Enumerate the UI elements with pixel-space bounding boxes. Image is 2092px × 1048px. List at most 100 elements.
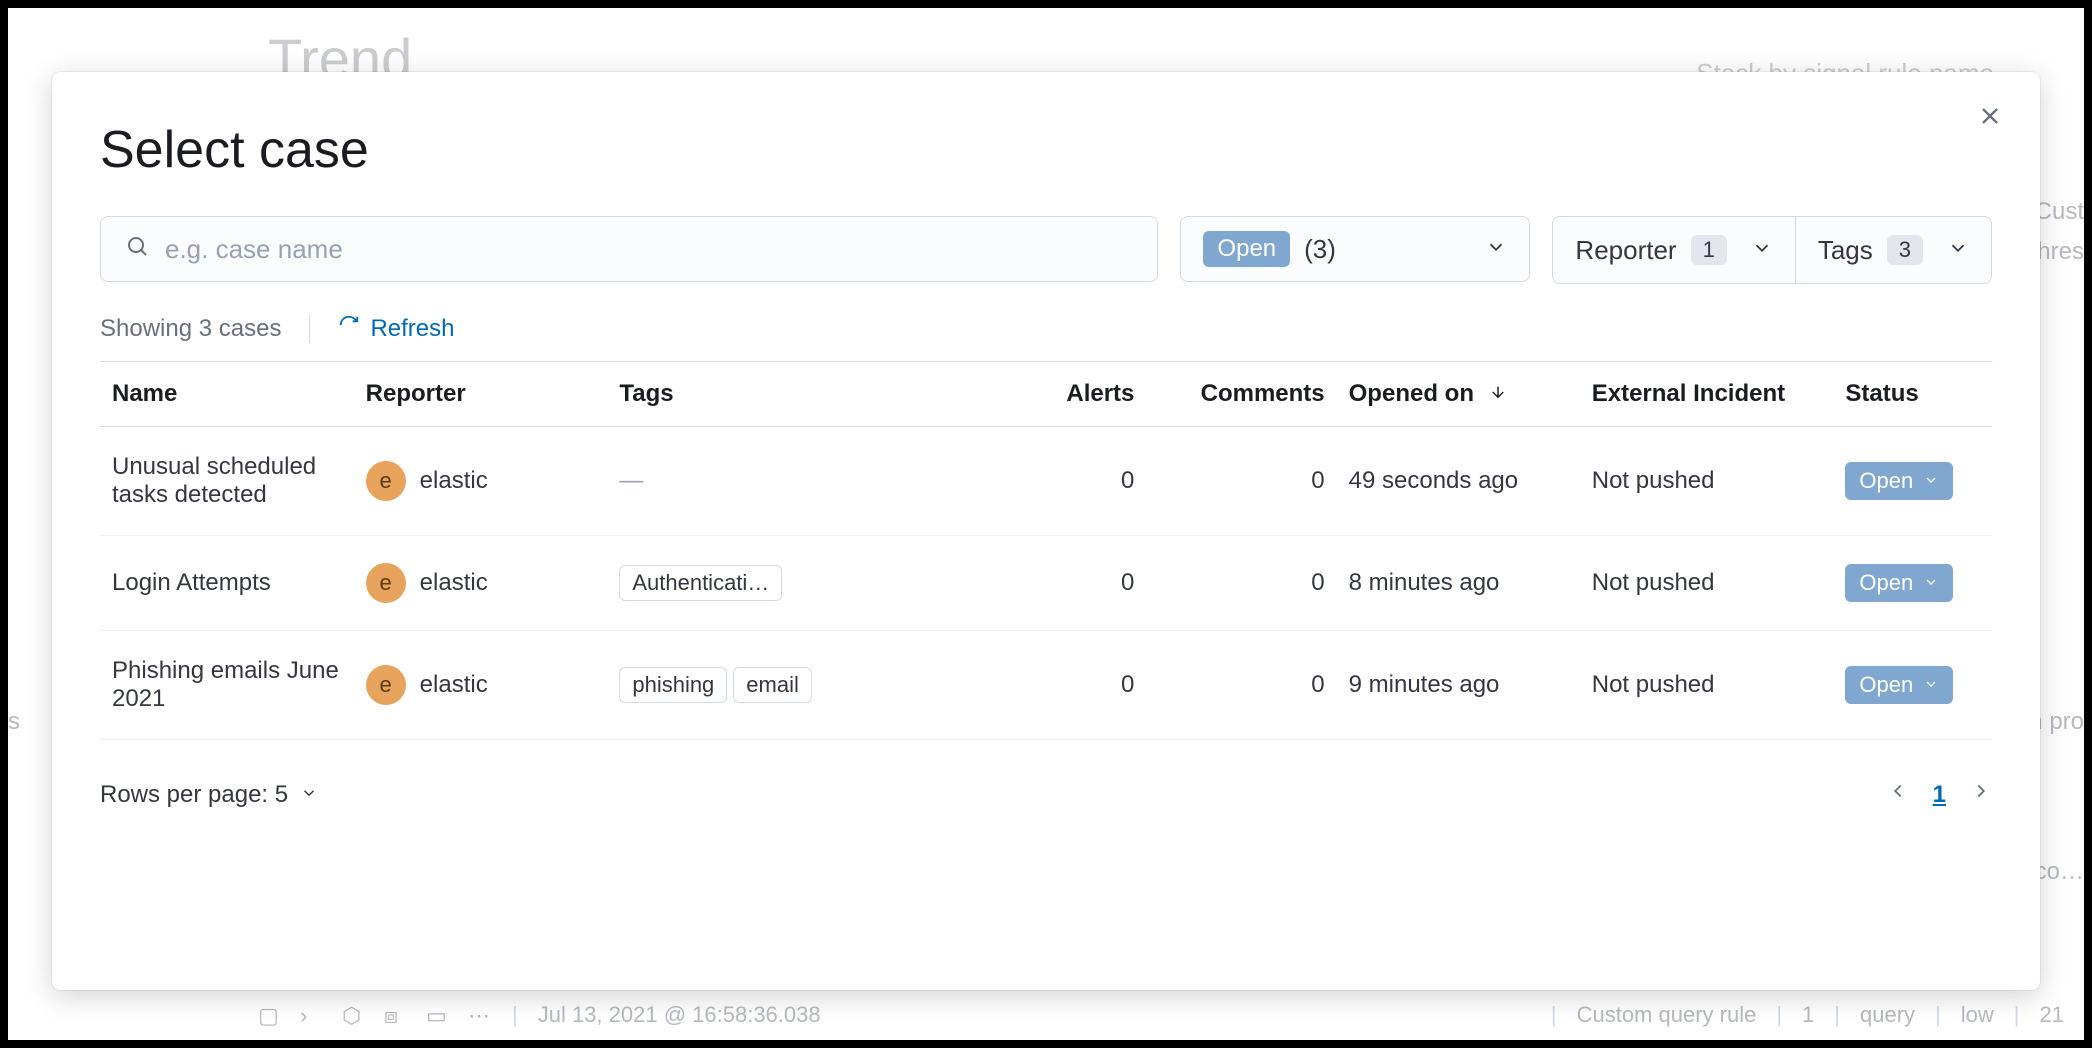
cell-tags: Authenticati… — [607, 536, 988, 631]
tag-chip: phishing — [619, 667, 727, 703]
col-header-comments[interactable]: Comments — [1146, 362, 1336, 427]
bg-value: 1 — [1802, 1002, 1814, 1028]
col-header-tags[interactable]: Tags — [607, 362, 988, 427]
chevron-down-icon — [1923, 570, 1939, 596]
table-row[interactable]: Login AttemptseelasticAuthenticati…008 m… — [100, 536, 1992, 631]
cell-reporter: e elastic — [354, 427, 608, 536]
table-footer: Rows per page: 5 1 — [100, 780, 1992, 809]
cell-opened-on: 8 minutes ago — [1337, 536, 1580, 631]
info-row: Showing 3 cases Refresh — [100, 314, 1992, 343]
tag-chip: Authenticati… — [619, 565, 782, 601]
status-label: Open — [1859, 570, 1913, 596]
square-icon: ▢ — [258, 1003, 282, 1027]
reporter-tags-filter-group: Reporter 1 Tags 3 — [1552, 216, 1992, 284]
tree-icon: ⧈ — [384, 1003, 408, 1027]
cell-reporter: e elastic — [354, 536, 608, 631]
divider — [309, 315, 310, 343]
reporter-filter-dropdown[interactable]: Reporter 1 — [1553, 217, 1794, 283]
bg-value: 21 — [2040, 1002, 2064, 1028]
cell-alerts: 0 — [988, 631, 1147, 740]
showing-count: Showing 3 cases — [100, 315, 281, 343]
cell-external-incident: Not pushed — [1580, 631, 1834, 740]
refresh-icon — [338, 314, 360, 343]
tags-filter-dropdown[interactable]: Tags 3 — [1795, 217, 1991, 283]
page-prev-button[interactable] — [1887, 780, 1909, 809]
status-label: Open — [1859, 672, 1913, 698]
pagination: 1 — [1887, 780, 1992, 809]
cell-opened-on: 9 minutes ago — [1337, 631, 1580, 740]
page-number-current[interactable]: 1 — [1933, 781, 1946, 809]
cell-status: Open — [1833, 536, 1992, 631]
reporter-filter-label: Reporter — [1575, 235, 1676, 266]
bg-rule-name: Custom query rule — [1577, 1002, 1757, 1028]
col-header-reporter[interactable]: Reporter — [354, 362, 608, 427]
bg-text-fragment: Cust — [2035, 198, 2084, 226]
avatar: e — [366, 665, 406, 705]
bg-text-fragment: s — [8, 708, 20, 736]
modal-title: Select case — [100, 120, 1992, 180]
table-row[interactable]: Phishing emails June 2021eelasticphishin… — [100, 631, 1992, 740]
col-header-status[interactable]: Status — [1833, 362, 1992, 427]
chevron-down-icon — [1741, 235, 1773, 266]
cell-status: Open — [1833, 427, 1992, 536]
bg-bottom-row: ▢ › ⬡ ⧈ ▭ ⋯ | Jul 13, 2021 @ 16:58:36.03… — [258, 1002, 2064, 1028]
select-case-modal: Select case Open (3) Reporter 1 — [52, 72, 2040, 990]
cell-alerts: 0 — [988, 427, 1147, 536]
avatar: e — [366, 563, 406, 603]
status-dropdown[interactable]: Open — [1845, 666, 1953, 704]
col-header-name[interactable]: Name — [100, 362, 354, 427]
cell-case-name[interactable]: Login Attempts — [100, 536, 354, 631]
status-filter-count: (3) — [1304, 234, 1336, 265]
tag-chip: email — [733, 667, 812, 703]
chevron-down-icon — [1923, 468, 1939, 494]
filter-row: Open (3) Reporter 1 Tags 3 — [100, 216, 1992, 284]
table-row[interactable]: Unusual scheduled tasks detected e elastic… — [100, 427, 1992, 536]
cell-comments: 0 — [1146, 536, 1336, 631]
reporter-filter-count: 1 — [1691, 235, 1727, 265]
bg-timestamp: Jul 13, 2021 @ 16:58:36.038 — [538, 1002, 821, 1028]
cell-tags: phishingemail — [607, 631, 988, 740]
bg-value: low — [1961, 1002, 1994, 1028]
chevron-down-icon — [1475, 234, 1507, 265]
cell-case-name[interactable]: Unusual scheduled tasks detected — [100, 427, 354, 536]
cell-status: Open — [1833, 631, 1992, 740]
rows-per-page-label: Rows per page: 5 — [100, 781, 288, 809]
reporter-name: elastic — [420, 467, 488, 495]
bg-value: query — [1860, 1002, 1915, 1028]
cube-icon: ⬡ — [342, 1003, 366, 1027]
col-header-external[interactable]: External Incident — [1580, 362, 1834, 427]
cell-external-incident: Not pushed — [1580, 536, 1834, 631]
close-button[interactable] — [1976, 102, 2004, 135]
refresh-button[interactable]: Refresh — [338, 314, 454, 343]
cases-table: Name Reporter Tags Alerts Comments Opene… — [100, 361, 1992, 740]
status-dropdown[interactable]: Open — [1845, 462, 1953, 500]
rows-per-page-dropdown[interactable]: Rows per page: 5 — [100, 781, 318, 809]
cell-comments: 0 — [1146, 427, 1336, 536]
col-header-opened-on[interactable]: Opened on — [1337, 362, 1580, 427]
cell-alerts: 0 — [988, 536, 1147, 631]
cell-opened-on: 49 seconds ago — [1337, 427, 1580, 536]
reporter-name: elastic — [420, 569, 488, 597]
status-dropdown[interactable]: Open — [1845, 564, 1953, 602]
status-filter-dropdown[interactable]: Open (3) — [1180, 216, 1530, 282]
cell-comments: 0 — [1146, 631, 1336, 740]
cell-reporter: eelastic — [354, 631, 608, 740]
cell-tags: — — [607, 427, 988, 536]
sort-desc-icon — [1489, 380, 1507, 407]
chevron-right-icon: › — [300, 1003, 324, 1027]
more-icon: ⋯ — [468, 1003, 492, 1027]
case-search-input-wrapper[interactable] — [100, 216, 1158, 282]
chevron-down-icon — [1937, 235, 1969, 266]
case-search-input[interactable] — [165, 234, 1133, 265]
search-icon — [125, 234, 149, 265]
refresh-label: Refresh — [370, 315, 454, 343]
table-header-row: Name Reporter Tags Alerts Comments Opene… — [100, 362, 1992, 427]
avatar: e — [366, 461, 406, 501]
col-header-alerts[interactable]: Alerts — [988, 362, 1147, 427]
no-tags-placeholder: — — [619, 467, 643, 494]
page-next-button[interactable] — [1970, 780, 1992, 809]
cell-case-name[interactable]: Phishing emails June 2021 — [100, 631, 354, 740]
status-label: Open — [1859, 468, 1913, 494]
status-open-badge: Open — [1203, 231, 1290, 267]
chevron-down-icon — [300, 781, 318, 809]
